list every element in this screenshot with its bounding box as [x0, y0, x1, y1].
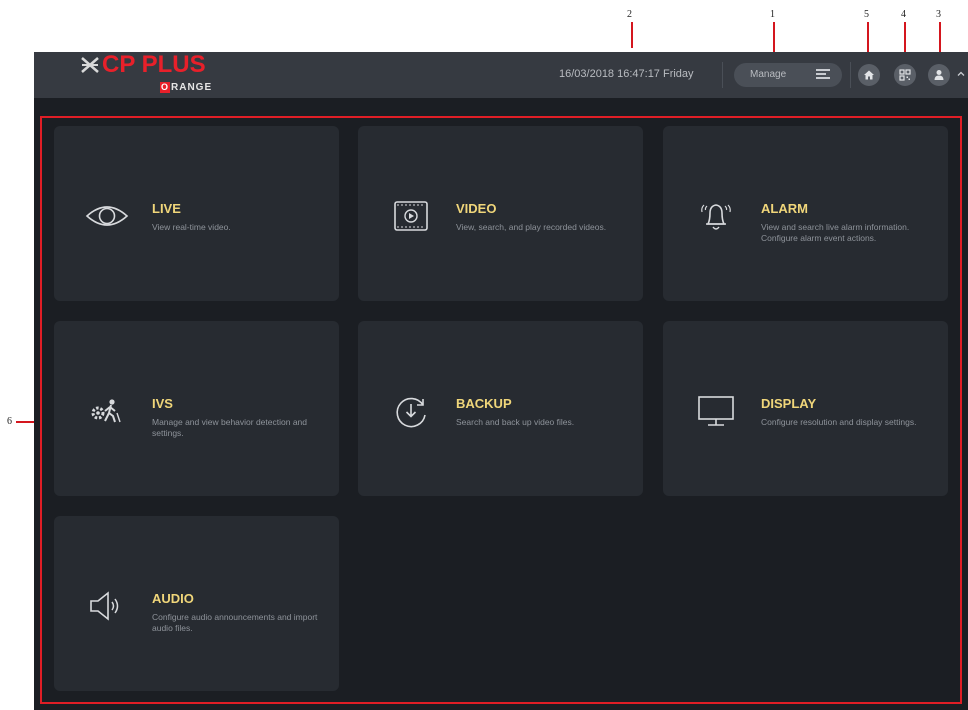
home-icon — [864, 70, 874, 80]
annotation-4: 4 — [901, 9, 906, 20]
brand-logo: CP PLUS O RANGE — [78, 52, 238, 98]
annotation-1: 1 — [770, 9, 775, 20]
qr-code-icon — [899, 69, 911, 81]
annotation-6: 6 — [7, 416, 12, 427]
ivs-behavior-icon — [91, 399, 121, 423]
tile-title: ALARM — [761, 201, 808, 216]
alarm-bell-icon — [701, 204, 731, 230]
chevron-down-icon[interactable] — [957, 71, 965, 77]
user-button[interactable] — [928, 64, 950, 86]
divider — [722, 62, 723, 88]
tile-alarm[interactable]: ALARM View and search live alarm informa… — [663, 126, 948, 301]
list-menu-icon — [816, 69, 830, 81]
annotation-2: 2 — [627, 9, 632, 20]
tile-ivs[interactable]: IVS Manage and view behavior detection a… — [54, 321, 339, 496]
annotation-5: 5 — [864, 9, 869, 20]
top-bar: CP PLUS O RANGE 16/03/2018 16:47:17 Frida… — [34, 52, 968, 98]
tile-description: View, search, and play recorded videos. — [456, 222, 607, 232]
tile-title: DISPLAY — [761, 396, 817, 411]
qr-code-button[interactable] — [894, 64, 916, 86]
annotation-3: 3 — [936, 9, 941, 20]
user-icon — [934, 70, 944, 80]
manage-label: Manage — [750, 69, 787, 80]
home-button[interactable] — [858, 64, 880, 86]
tile-backup[interactable]: BACKUP Search and back up video files. — [358, 321, 643, 496]
tile-live[interactable]: LIVE View real-time video. — [54, 126, 339, 301]
tile-description: Configure resolution and display setting… — [761, 417, 917, 427]
annotation-line-2 — [631, 22, 633, 48]
tile-description: Configure audio announcements and import… — [152, 612, 318, 633]
main-menu-area: LIVE View real-time video. VIDEO View, s… — [40, 116, 962, 704]
manage-button[interactable]: Manage — [734, 63, 842, 87]
tile-title: LIVE — [152, 201, 181, 216]
tile-title: BACKUP — [456, 396, 512, 411]
logo-subtext: O RANGE — [160, 82, 213, 93]
tile-audio[interactable]: AUDIO Configure audio announcements and … — [54, 516, 339, 691]
eye-icon — [85, 206, 129, 226]
datetime-display: 16/03/2018 16:47:17 Friday — [559, 68, 694, 80]
dvr-main-screen: CP PLUS O RANGE 16/03/2018 16:47:17 Frida… — [34, 52, 968, 710]
tile-title: AUDIO — [152, 591, 194, 606]
logo-mark-icon — [81, 57, 99, 73]
divider — [850, 62, 851, 88]
monitor-icon — [698, 396, 734, 426]
backup-icon — [396, 397, 426, 428]
tile-video[interactable]: VIDEO View, search, and play recorded vi… — [358, 126, 643, 301]
speaker-icon — [90, 591, 119, 621]
tile-title: IVS — [152, 396, 173, 411]
tile-title: VIDEO — [456, 201, 497, 216]
tile-description: View and search live alarm information. … — [761, 222, 910, 243]
tile-description: Manage and view behavior detection and s… — [152, 417, 307, 438]
tile-description: View real-time video. — [152, 222, 231, 232]
tile-description: Search and back up video files. — [456, 417, 575, 427]
tile-display[interactable]: DISPLAY Configure resolution and display… — [663, 321, 948, 496]
video-playback-icon — [394, 201, 428, 231]
logo-text: CP PLUS — [102, 51, 206, 78]
